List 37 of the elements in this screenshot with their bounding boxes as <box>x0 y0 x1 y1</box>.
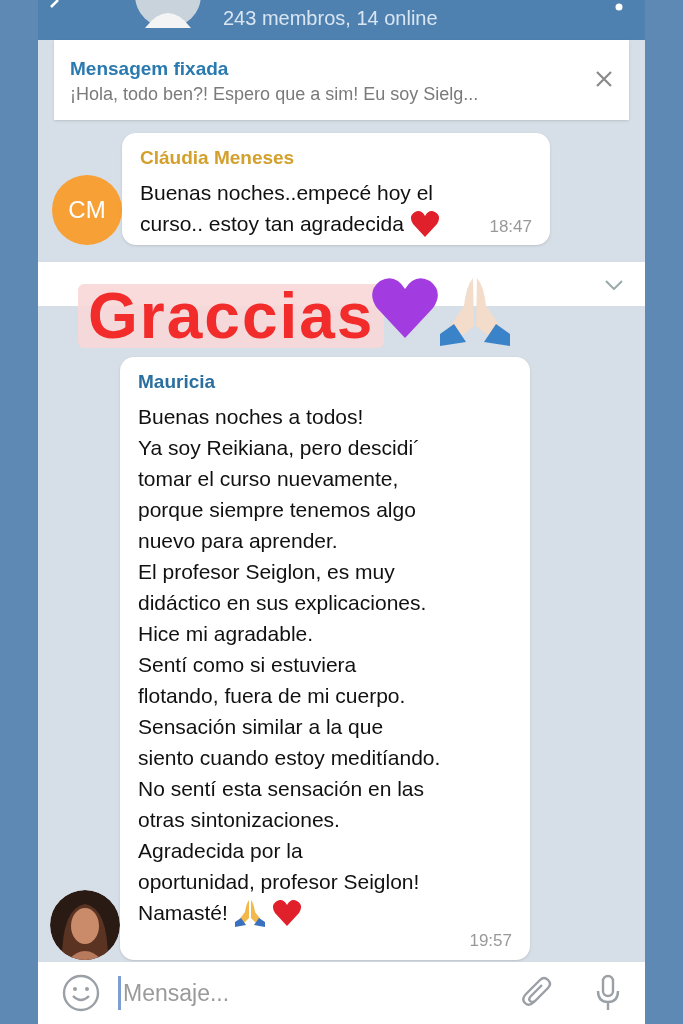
message-line: siento cuando estoy meditíando. <box>138 745 441 771</box>
message-composer[interactable]: Mensaje... <box>38 962 645 1024</box>
heart-icon <box>409 209 440 238</box>
heart-icon <box>370 276 441 340</box>
message-line: El profesor Seiglon, es muy <box>138 559 395 585</box>
message-line: Namasté! <box>138 900 228 926</box>
message-line: Sentí como si estuviera <box>138 652 357 678</box>
pinned-text: ¡Hola, todo ben?! Espero que a sim! Eu soy Sielg... <box>70 83 479 106</box>
smiley-icon[interactable] <box>62 974 100 1012</box>
message-line: otras sintonizaciones. <box>138 807 340 833</box>
message-line: didáctico en sus explicaciones. <box>138 590 427 616</box>
pinned-title: Mensagem fixada <box>70 58 229 80</box>
chevron-down-icon[interactable] <box>605 280 623 290</box>
message-line: No sentí esta sensación en las <box>138 776 424 802</box>
message-line: Hice mi agradable. <box>138 621 314 647</box>
graccias-text: Graccias <box>88 284 375 348</box>
heart-icon <box>271 898 302 927</box>
member-count: 243 membros, 14 online <box>223 6 438 31</box>
message-line: Agradecida por la <box>138 838 303 864</box>
message-line: oportunidad, profesor Seiglon! <box>138 869 420 895</box>
message-line: Ya soy Reikiana, pero descidi´ <box>138 435 421 461</box>
message-line: Buenas noches..empecé hoy el <box>140 180 434 206</box>
message-line: Sensación similar a la que <box>138 714 384 740</box>
message-time: 19:57 <box>469 930 512 952</box>
microphone-icon[interactable] <box>595 974 621 1012</box>
message-time: 18:47 <box>489 215 532 238</box>
sender-name[interactable]: Mauricia <box>138 369 512 395</box>
close-icon[interactable] <box>595 70 613 88</box>
pinned-message-bar[interactable]: Mensagem fixada ¡Hola, todo ben?! Espero que a sim! Eu soy Sielg... <box>54 40 629 120</box>
message-line: flotando, fuera de mi cuerpo. <box>138 683 406 709</box>
message-line: curso.. estoy tan agradecida <box>140 211 404 237</box>
praying-hands-icon <box>233 898 266 927</box>
sender-name[interactable]: Cláudia Meneses <box>140 145 532 171</box>
message-line: nuevo para aprender. <box>138 528 338 554</box>
message-line: porque siempre tenemos algo <box>138 497 416 523</box>
message-line: tomar el curso nuevamente, <box>138 466 399 492</box>
message-line: Buenas noches a todos! <box>138 404 364 430</box>
